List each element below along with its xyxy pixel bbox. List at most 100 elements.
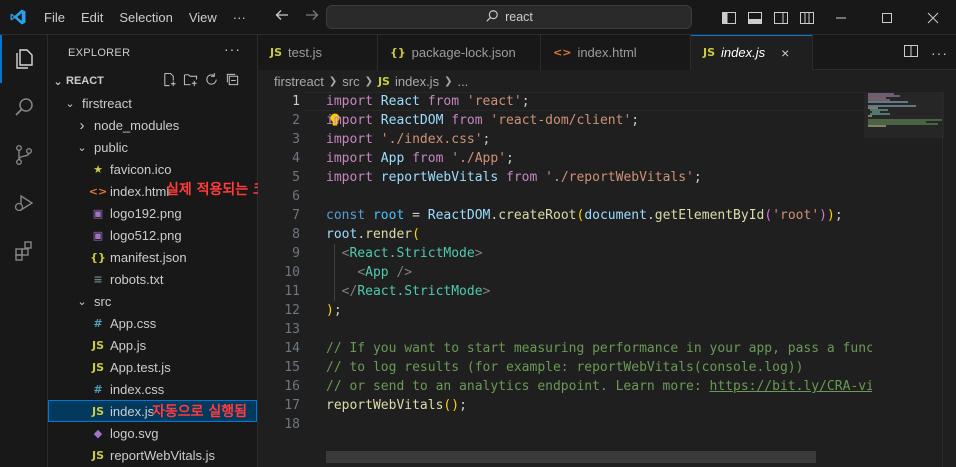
code-line: // or send to an analytics endpoint. Lea… bbox=[326, 379, 872, 394]
toggle-secondary-sidebar-icon[interactable] bbox=[772, 9, 790, 27]
toggle-panel-icon[interactable] bbox=[746, 9, 764, 27]
run-debug-icon[interactable] bbox=[0, 179, 48, 227]
css-file-icon: # bbox=[93, 382, 103, 396]
image-file-icon: ▣ bbox=[92, 228, 104, 242]
tree-file[interactable]: ★ favicon.ico bbox=[48, 158, 257, 180]
line-number: 14 bbox=[284, 341, 300, 356]
code-line: <App /> bbox=[357, 265, 413, 280]
chevron-right-icon: › bbox=[79, 116, 85, 134]
refresh-icon[interactable] bbox=[204, 72, 219, 90]
menu-selection[interactable]: Selection bbox=[111, 0, 180, 35]
activity-bar bbox=[0, 35, 48, 467]
line-number: 16 bbox=[284, 379, 300, 394]
tree-item-label: logo192.png bbox=[110, 205, 182, 221]
code-line: reportWebVitals(); bbox=[326, 398, 467, 413]
extensions-icon[interactable] bbox=[0, 227, 48, 275]
code-line: root.render( bbox=[326, 227, 420, 242]
tree-item-label: index.html bbox=[110, 183, 170, 199]
tree-item-label: public bbox=[94, 139, 128, 155]
tree-file[interactable]: ◆ logo.svg bbox=[48, 422, 257, 444]
tree-item-label: App.css bbox=[110, 315, 157, 331]
line-number: 11 bbox=[284, 284, 300, 299]
js-file-icon: JS bbox=[91, 448, 104, 462]
sidebar-title-text: EXPLORER bbox=[68, 46, 131, 59]
tree-folder[interactable]: ⌄ src bbox=[48, 290, 257, 312]
text-file-icon: ≡ bbox=[93, 272, 103, 286]
source-control-icon[interactable] bbox=[0, 131, 48, 179]
line-number: 2 bbox=[292, 113, 300, 128]
editor-tabs: JS test.js {} package-lock.json <> index… bbox=[258, 35, 956, 70]
menu-file[interactable]: File bbox=[36, 0, 73, 35]
explorer-icon[interactable] bbox=[0, 35, 48, 83]
customize-layout-icon[interactable] bbox=[798, 9, 816, 27]
arrow-left-icon[interactable] bbox=[274, 7, 290, 28]
breadcrumb-item[interactable]: firstreact bbox=[274, 74, 324, 89]
line-number: 18 bbox=[284, 417, 300, 432]
split-editor-icon[interactable] bbox=[903, 43, 919, 62]
tree-item-label: robots.txt bbox=[110, 271, 164, 287]
svg-file-icon: ◆ bbox=[93, 426, 103, 440]
tree-file[interactable]: ≡ robots.txt bbox=[48, 268, 257, 290]
maximize-icon[interactable] bbox=[864, 0, 910, 35]
close-icon[interactable]: × bbox=[781, 45, 789, 61]
vertical-scrollbar[interactable] bbox=[942, 92, 956, 467]
tree-folder[interactable]: ⌄ public bbox=[48, 136, 257, 158]
tree-file[interactable]: JS App.js bbox=[48, 334, 257, 356]
search-icon[interactable] bbox=[0, 83, 48, 131]
line-number: 9 bbox=[292, 246, 300, 261]
code-line: </React.StrictMode> bbox=[341, 284, 491, 299]
command-center-search[interactable]: react bbox=[326, 5, 692, 29]
new-file-icon[interactable] bbox=[162, 72, 177, 90]
tree-file[interactable]: JS App.test.js bbox=[48, 356, 257, 378]
tree-item-label: App.js bbox=[110, 337, 147, 353]
new-folder-icon[interactable] bbox=[183, 72, 198, 90]
tree-file[interactable]: ▣ logo512.png bbox=[48, 224, 257, 246]
tree-item-label: src bbox=[94, 293, 112, 309]
tree-file[interactable]: # index.css bbox=[48, 378, 257, 400]
breadcrumb-item[interactable]: ... bbox=[457, 74, 468, 89]
line-number: 5 bbox=[292, 170, 300, 185]
more-actions-icon[interactable]: ··· bbox=[931, 45, 948, 61]
tree-item-label: App.test.js bbox=[110, 359, 171, 375]
horizontal-scrollbar[interactable] bbox=[326, 451, 816, 463]
collapse-all-icon[interactable] bbox=[225, 72, 240, 90]
tree-file[interactable]: ▣ logo192.png bbox=[48, 202, 257, 224]
line-number: 3 bbox=[292, 132, 300, 147]
minimize-icon[interactable] bbox=[818, 0, 864, 35]
tree-folder[interactable]: ⌄ firstreact bbox=[48, 92, 257, 114]
code-line: // to log results (for example: reportWe… bbox=[326, 360, 804, 375]
line-number: 8 bbox=[292, 227, 300, 242]
arrow-right-icon[interactable] bbox=[304, 7, 320, 28]
section-header-react[interactable]: ⌄ REACT bbox=[48, 70, 257, 92]
tab-index-js[interactable]: JS index.js × bbox=[691, 35, 813, 70]
toggle-primary-sidebar-icon[interactable] bbox=[720, 9, 738, 27]
chevron-right-icon: ❯ bbox=[364, 75, 373, 87]
menu-view[interactable]: View bbox=[181, 0, 225, 35]
html-file-icon: <> bbox=[88, 184, 108, 198]
title-bar: File Edit Selection View ··· react bbox=[0, 0, 956, 35]
close-window-icon[interactable] bbox=[910, 0, 956, 35]
breadcrumb-item[interactable]: index.js bbox=[395, 74, 439, 89]
code-editor[interactable]: 1 2 3 4 5 6 7 8 9 10 11 12 13 14 15 16 17 18 import React… bbox=[258, 92, 956, 467]
section-label: REACT bbox=[66, 75, 104, 87]
tab-index-html[interactable]: <> index.html bbox=[541, 35, 691, 70]
code-line: ); bbox=[326, 303, 342, 318]
sidebar-more-actions[interactable]: ··· bbox=[224, 41, 241, 57]
tree-item-label: index.css bbox=[110, 381, 165, 397]
tree-folder[interactable]: › node_modules bbox=[48, 114, 257, 136]
tree-item-label: index.js bbox=[110, 403, 155, 419]
tree-file[interactable]: # App.css bbox=[48, 312, 257, 334]
menu-more[interactable]: ··· bbox=[225, 0, 254, 35]
menu-edit[interactable]: Edit bbox=[73, 0, 111, 35]
tree-file[interactable]: {} manifest.json bbox=[48, 246, 257, 268]
tab-test-js[interactable]: JS test.js bbox=[258, 35, 378, 70]
breadcrumb-item[interactable]: src bbox=[342, 74, 359, 89]
minimap[interactable] bbox=[864, 92, 944, 467]
tree-item-label: node_modules bbox=[94, 117, 180, 133]
tree-item-label: reportWebVitals.js bbox=[110, 447, 216, 463]
tab-package-lock-json[interactable]: {} package-lock.json bbox=[378, 35, 541, 70]
tree-file[interactable]: JS reportWebVitals.js bbox=[48, 444, 257, 466]
search-text: react bbox=[505, 10, 533, 24]
code-area[interactable]: import React from 'react'; import ReactD… bbox=[326, 92, 872, 467]
line-number: 1 bbox=[292, 94, 300, 109]
